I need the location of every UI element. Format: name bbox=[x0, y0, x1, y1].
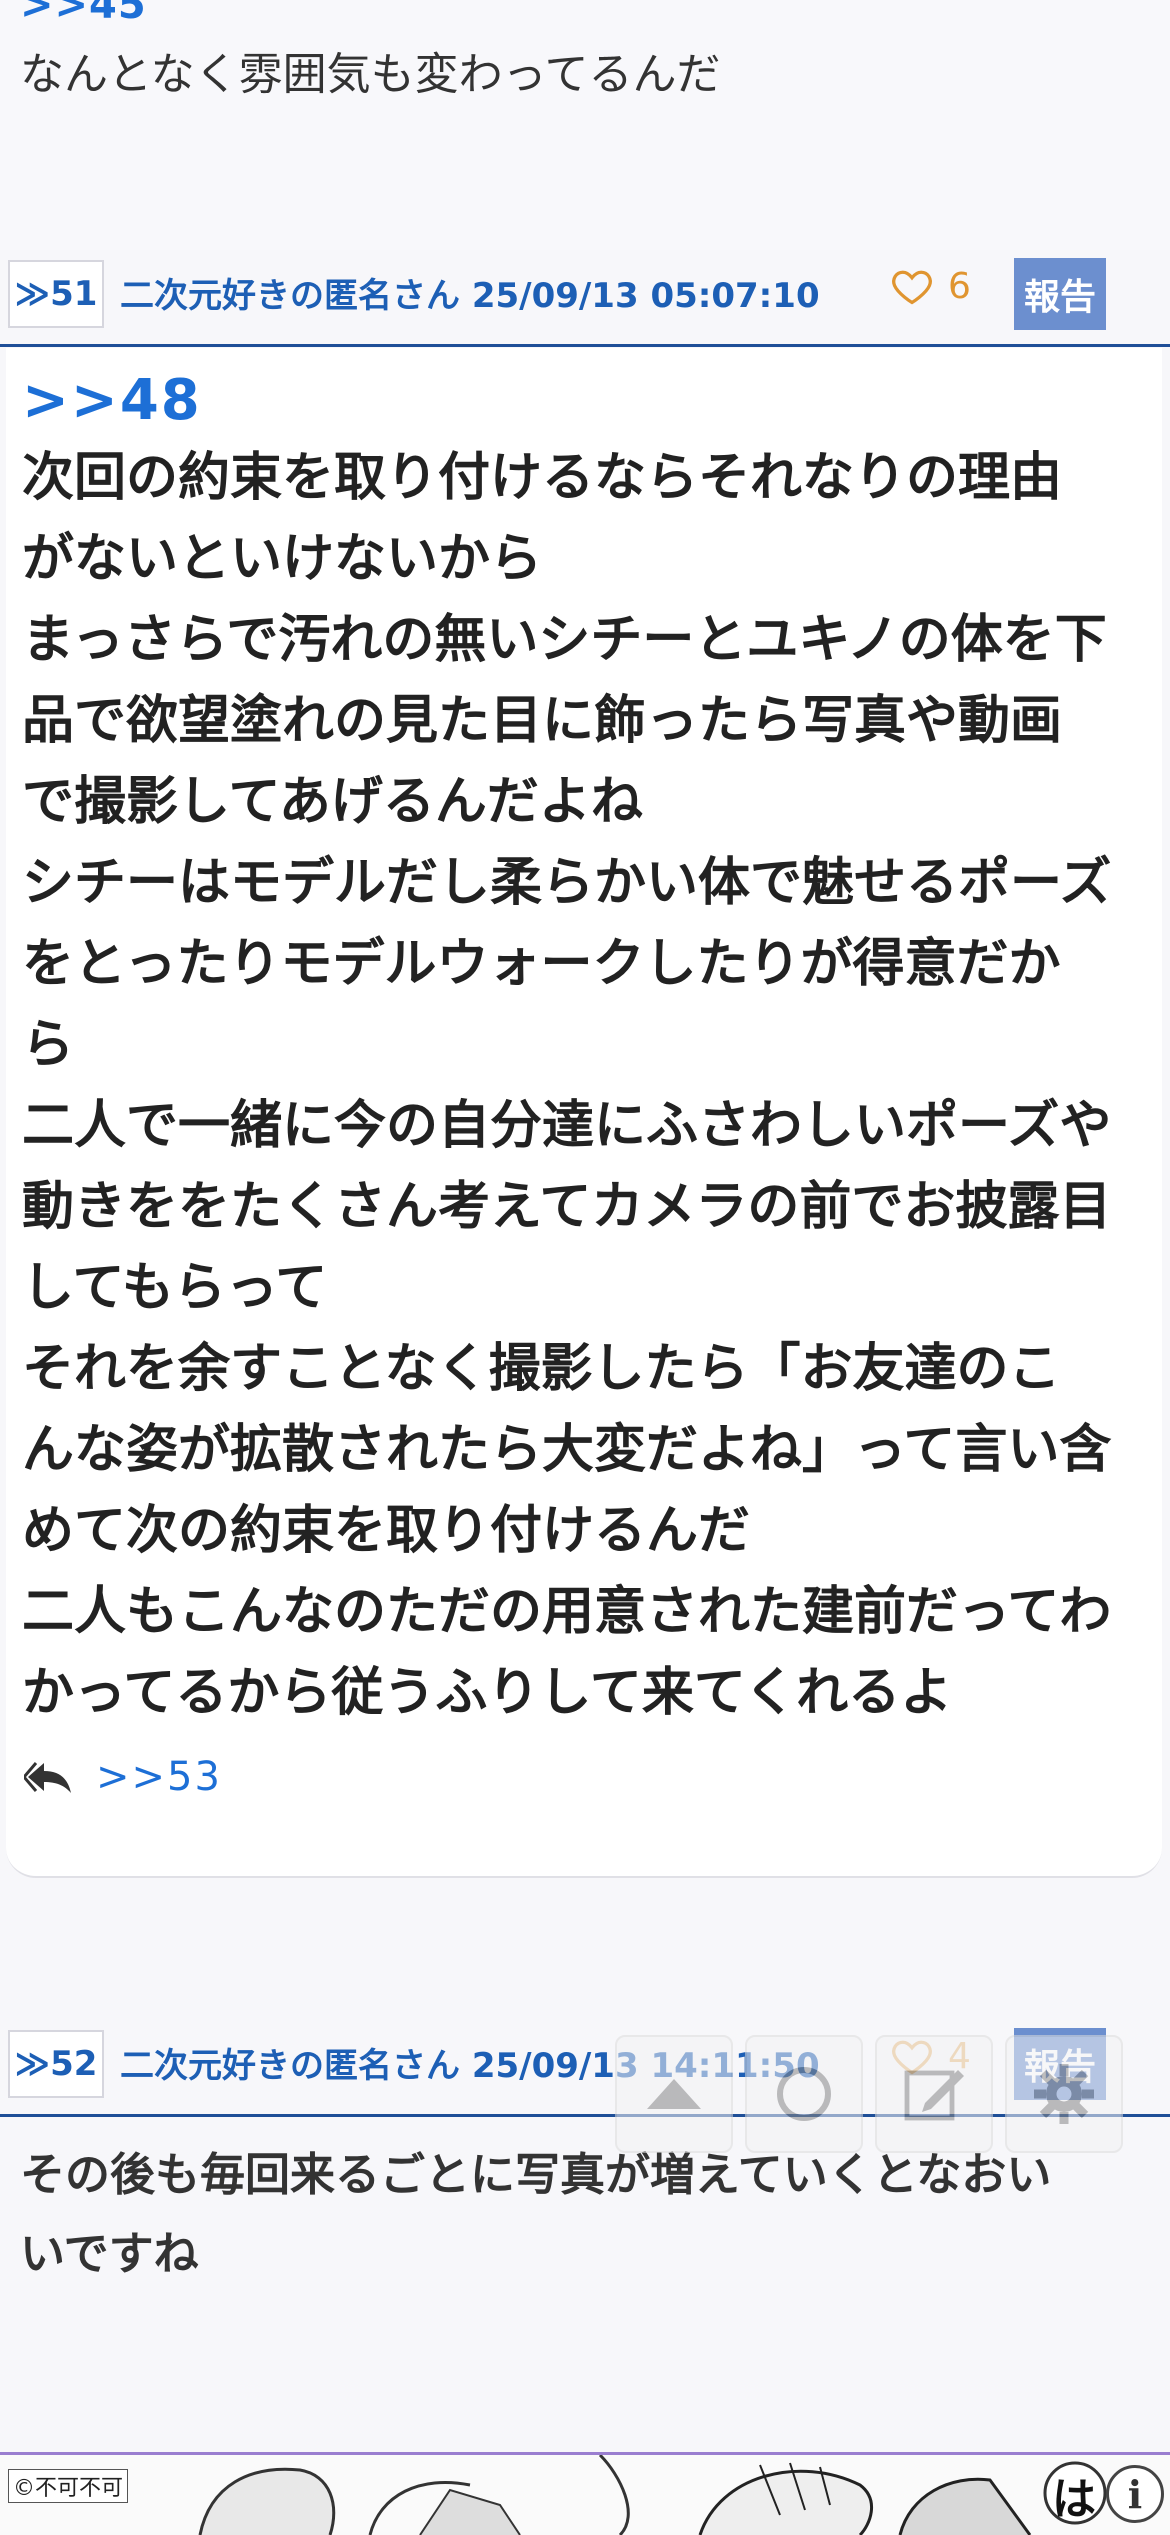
post-card-51: >>48 次回の約束を取り付けるならそれなりの理由 がないといけないから まっさ… bbox=[6, 348, 1162, 1878]
prev-anchor-link[interactable]: >>45 bbox=[20, 0, 147, 28]
refresh-button[interactable] bbox=[745, 2035, 863, 2153]
post-body-52: その後も毎回来るごとに写真が増えていくとなおい いですね bbox=[20, 2148, 1052, 2280]
settings-button[interactable] bbox=[1005, 2035, 1123, 2153]
like-button-51[interactable]: 6 bbox=[890, 264, 971, 308]
res-number-51[interactable]: ≫51 bbox=[8, 260, 104, 328]
heart-icon bbox=[892, 270, 932, 305]
info-icon[interactable]: i bbox=[1106, 2465, 1164, 2523]
reply-link-53[interactable]: >>53 bbox=[96, 1754, 222, 1800]
reply-arrow-icon bbox=[24, 1762, 71, 1793]
ad-copyright: ©不可不可 bbox=[8, 2469, 129, 2503]
write-button[interactable] bbox=[875, 2035, 993, 2153]
divider-51 bbox=[0, 344, 1170, 347]
scroll-top-button[interactable] bbox=[615, 2035, 733, 2153]
floating-toolbar bbox=[615, 2035, 1123, 2153]
edit-icon bbox=[904, 2070, 964, 2121]
poster-label: 二次元好きの匿名さん bbox=[120, 276, 460, 316]
arrow-up-icon bbox=[647, 2079, 701, 2109]
res-number-52[interactable]: ≫52 bbox=[8, 2030, 104, 2098]
ad-illustration bbox=[0, 2455, 1170, 2535]
poster-name-51: 二次元好きの匿名さん 25/09/13 05:07:10 bbox=[120, 268, 820, 317]
reply-list-51: >>53 bbox=[24, 1754, 222, 1800]
ad-glyph: は bbox=[1052, 2474, 1096, 2525]
post-timestamp: 25/09/13 05:07:10 bbox=[471, 276, 820, 316]
post-header-51: ≫51 二次元好きの匿名さん 25/09/13 05:07:10 6 報告 bbox=[0, 248, 1170, 340]
prev-post-text: なんとなく雰囲気も変わってるんだ bbox=[20, 49, 721, 100]
report-button-51[interactable]: 報告 bbox=[1014, 258, 1106, 330]
ad-banner[interactable]: ©不可不可 は i bbox=[0, 2452, 1170, 2535]
anchor-link-48[interactable]: >>48 bbox=[22, 368, 202, 433]
like-count-51: 6 bbox=[948, 265, 971, 307]
poster-label: 二次元好きの匿名さん bbox=[120, 2046, 460, 2086]
post-body-51: 次回の約束を取り付けるならそれなりの理由 がないといけないから まっさらで汚れの… bbox=[22, 448, 1112, 1723]
previous-post: >>45 なんとなく雰囲気も変わってるんだ bbox=[0, 0, 1170, 250]
gear-icon bbox=[1034, 2064, 1094, 2124]
circle-icon bbox=[777, 2067, 831, 2121]
